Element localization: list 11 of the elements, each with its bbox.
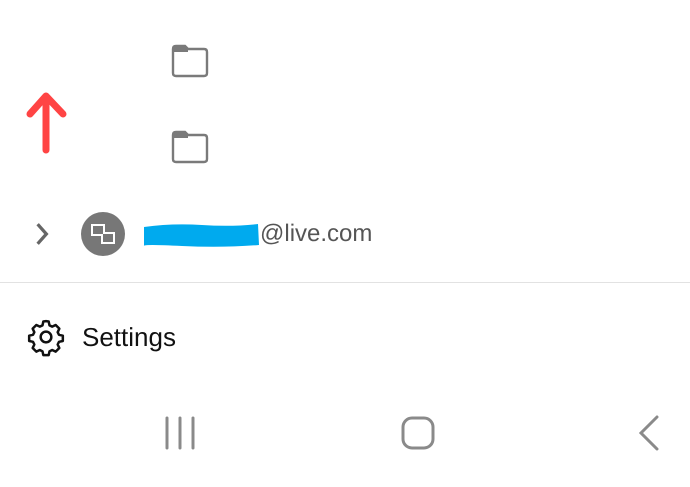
avatar-icon [81,212,125,256]
folder-icon[interactable] [171,44,209,78]
account-email: @live.com [260,218,372,248]
home-icon[interactable] [400,416,434,450]
chevron-icon[interactable] [35,222,49,246]
settings-icon[interactable] [26,317,66,357]
folder-icon[interactable] [171,130,209,164]
recent-apps-icon[interactable] [163,416,197,450]
back-icon[interactable] [638,415,660,451]
arrow-annotation [26,92,68,154]
settings-label[interactable]: Settings [82,318,176,356]
